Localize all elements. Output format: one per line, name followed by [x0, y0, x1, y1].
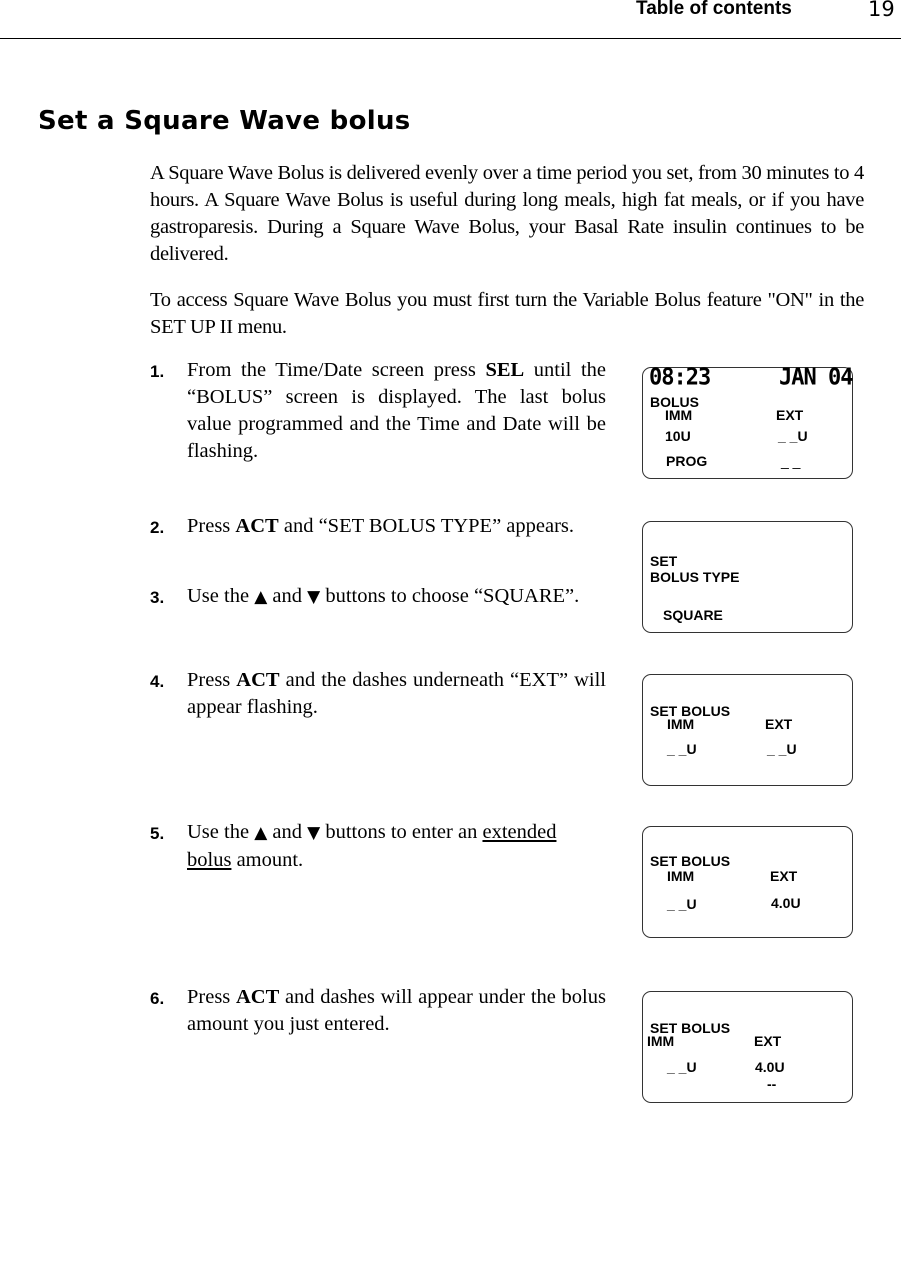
- lcd-time: 08:23: [649, 364, 711, 391]
- header-title-link[interactable]: Table of contents: [636, 0, 792, 20]
- header-divider: [0, 38, 901, 39]
- key-act: ACT: [236, 669, 280, 691]
- step-text: Use the ▲ and ▼ buttons to choose “SQUAR…: [187, 585, 580, 607]
- pump-screen-set-bolus-confirm: SET BOLUS IMM EXT _ _U 4.0U --: [642, 991, 853, 1103]
- step-number: 4.: [150, 672, 165, 691]
- step-text: Press ACT and the dashes underneath “EXT…: [187, 669, 606, 718]
- lcd-line1: SET: [650, 553, 678, 569]
- lcd-imm-label: IMM: [667, 716, 695, 732]
- down-arrow-icon: ▼: [307, 823, 321, 843]
- up-arrow-icon: ▲: [254, 587, 268, 607]
- up-arrow-icon: ▲: [254, 823, 268, 843]
- key-act: ACT: [235, 986, 280, 1008]
- step-text: Press ACT and dashes will appear under t…: [187, 986, 606, 1035]
- key-sel: SEL: [485, 359, 525, 381]
- lcd-prog-label: PROG: [666, 453, 708, 469]
- step-text: Press ACT and “SET BOLUS TYPE” appears.: [187, 515, 575, 537]
- step-number: 2.: [150, 518, 165, 537]
- step-number: 6.: [150, 989, 165, 1008]
- lcd-imm-label: IMM: [665, 407, 693, 423]
- step-text: From the Time/Date screen press SEL unti…: [187, 359, 607, 462]
- step-1: 1. From the Time/Date screen press SEL u…: [150, 357, 606, 465]
- step-4: 4. Press ACT and the dashes underneath “…: [150, 667, 606, 721]
- step-number: 5.: [150, 824, 165, 843]
- lcd-ext-value: _ _U: [767, 741, 797, 757]
- step-number: 3.: [150, 588, 165, 607]
- step-5: 5. Use the ▲ and ▼ buttons to enter an e…: [150, 819, 606, 874]
- lcd-ext-marker: --: [767, 1076, 777, 1092]
- step-2: 2. Press ACT and “SET BOLUS TYPE” appear…: [150, 513, 606, 540]
- lcd-imm-value: _ _U: [667, 1059, 697, 1075]
- lcd-imm-value: _ _U: [667, 896, 697, 912]
- page-number: 19: [868, 0, 895, 21]
- pump-screen-set-bolus-ext: SET BOLUS IMM EXT _ _U 4.0U: [642, 826, 853, 938]
- lcd-ext-label: EXT: [754, 1033, 782, 1049]
- lcd-ext-value: 4.0U: [755, 1059, 785, 1075]
- lcd-ext-value: _ _U: [778, 428, 808, 444]
- lcd-ext-value: 4.0U: [771, 895, 801, 911]
- step-number: 1.: [150, 362, 165, 381]
- lcd-imm-value: _ _U: [667, 741, 697, 757]
- prerequisite-paragraph: To access Square Wave Bolus you must fir…: [150, 289, 864, 338]
- extended-bolus-link[interactable]: extended: [482, 821, 556, 843]
- lcd-ext-label: EXT: [765, 716, 793, 732]
- intro-paragraph: A Square Wave Bolus is delivered evenly …: [150, 162, 864, 265]
- lcd-value: SQUARE: [663, 607, 723, 623]
- section-title: Set a Square Wave bolus: [38, 106, 411, 136]
- step-6: 6. Press ACT and dashes will appear unde…: [150, 984, 606, 1038]
- lcd-imm-label: IMM: [667, 868, 695, 884]
- down-arrow-icon: ▼: [307, 587, 321, 607]
- lcd-prog-value: _ _: [781, 453, 801, 469]
- lcd-imm-value: 10U: [665, 428, 691, 444]
- step-3: 3. Use the ▲ and ▼ buttons to choose “SQ…: [150, 583, 606, 611]
- key-act: ACT: [235, 515, 279, 537]
- lcd-line2: BOLUS TYPE: [650, 569, 740, 585]
- lcd-ext-label: EXT: [776, 407, 804, 423]
- lcd-title: SET BOLUS: [650, 853, 731, 869]
- lcd-imm-label: IMM: [647, 1033, 675, 1049]
- pump-screen-set-bolus: SET BOLUS IMM EXT _ _U _ _U: [642, 674, 853, 786]
- lcd-ext-label: EXT: [770, 868, 798, 884]
- pump-screen-bolus: 08:23 JAN 04 BOLUS IMM EXT 10U _ _U PROG…: [642, 364, 853, 479]
- step-text: Use the ▲ and ▼ buttons to enter an exte…: [187, 821, 557, 871]
- lcd-date: JAN 04: [779, 364, 853, 391]
- pump-screen-bolus-type: SET BOLUS TYPE SQUARE: [642, 521, 853, 633]
- extended-bolus-link[interactable]: bolus: [187, 849, 231, 871]
